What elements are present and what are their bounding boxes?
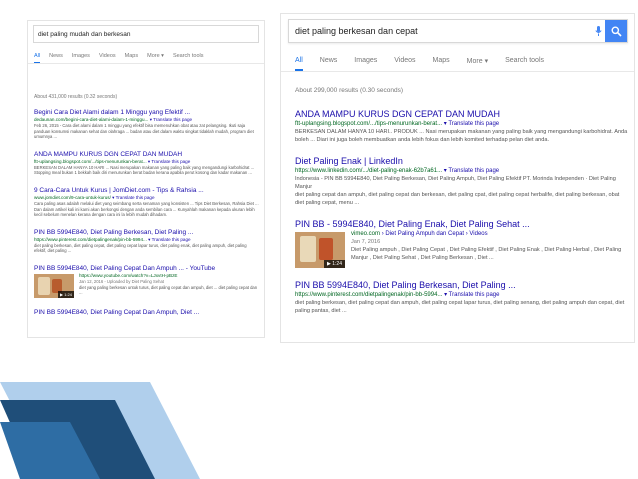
translate-link[interactable]: ▾ Translate this page [150,117,192,122]
result-url: ftt-uplangsing.blogspot.com/.../tips-men… [295,120,629,128]
video-row: ▶ 1:24 https://www.youtube.com/watch?v=L… [34,273,260,298]
search-result: ANDA MAMPU KURUS DGN CEPAT DAN MUDAH ftt… [295,109,629,144]
result-snippet: Feb 26, 2015 - Cara diet alami dalam 1 m… [34,123,254,140]
thumbnail-figure [319,238,333,260]
translate-link[interactable]: ▾ Translate this page [444,121,499,127]
translate-link[interactable]: ▾ Translate this page [148,159,190,164]
result-url: vimeo.com › Diet Paling Ampuh dan Cepat … [351,230,629,238]
result-title-link[interactable]: PIN BB 5994E840, Diet Paling Berkesan, D… [34,229,260,237]
search-result: PIN BB 5994E840, Diet Paling Berkesan, D… [295,280,629,315]
tab-maps[interactable]: Maps [433,57,450,71]
result-url-text: dedaunan.com/begini-cara-diet-alami-dala… [34,117,149,122]
search-icon [611,26,622,37]
result-url-text: https://www.pinterest.com/dietpalingenak… [295,292,443,298]
microphone-icon[interactable] [591,20,605,42]
result-snippet-keywords: diet paling cepat dan ampuh, diet paling… [295,192,620,206]
tab-all[interactable]: All [295,57,303,71]
thumbnail-figure [38,276,50,295]
video-thumbnail[interactable]: ▶ 1:24 [295,232,345,268]
video-result: PIN BB - 5994E840, Diet Paling Enak, Die… [295,219,629,268]
tabs-divider [28,63,264,64]
result-snippet: BERKESAN DALAM HANYA 10 HARI ... Nasi me… [34,164,255,176]
video-duration: ▶ 1:24 [324,260,345,268]
video-info: https://www.youtube.com/watch?v=LJxvtH-p… [79,273,260,298]
right-search-screenshot: diet paling berkesan dan cepat All News … [280,13,635,343]
translate-link[interactable]: ▾ Translate this page [112,195,154,200]
video-row: ▶ 1:24 vimeo.com › Diet Paling Ampuh dan… [295,230,629,268]
tab-more[interactable]: More ▾ [467,57,488,71]
result-snippet: Diet Paling ampuh , Diet Paling Cepat , … [351,247,622,261]
result-title-link[interactable]: ANDA MAMPU KURUS DGN CEPAT DAN MUDAH [34,151,260,159]
result-title-link[interactable]: ANDA MAMPU KURUS DGN CEPAT DAN MUDAH [295,109,629,120]
result-stats: About 431,000 results (0.32 seconds) [34,94,118,100]
decorative-chevrons [0,382,200,479]
search-input[interactable]: diet paling mudah dan berkesan [34,31,131,38]
results-list: Begini Cara Diet Alami dalam 1 Minggu ya… [34,109,260,317]
search-tabs: All News Images Videos Maps More ▾ Searc… [295,57,561,71]
result-title-link[interactable]: PIN BB 5994E840, Diet Paling Cepat Dan A… [34,309,260,317]
video-thumbnail[interactable]: ▶ 1:24 [34,273,74,298]
result-url-text: ftt-uplangsing.blogspot.com/.../tips-men… [295,121,443,127]
video-duration: ▶ 1:24 [58,290,74,298]
search-result: PIN BB 5994E840, Diet Paling Cepat Dan A… [34,309,260,317]
tab-news[interactable]: News [320,57,338,71]
search-result: Diet Paling Enak | LinkedIn https://www.… [295,156,629,207]
translate-link[interactable]: ▾ Translate this page [444,292,499,298]
result-title-link[interactable]: PIN BB - 5994E840, Diet Paling Enak, Die… [295,219,629,230]
search-result: Begini Cara Diet Alami dalam 1 Minggu ya… [34,109,260,140]
result-stats: About 299,000 results (0.30 seconds) [295,87,404,94]
search-button[interactable] [605,20,627,42]
tabs-divider [281,71,634,72]
result-snippet: diet yang paling berkesan untuk turus, d… [79,284,258,296]
search-result: PIN BB 5994E840, Diet Paling Berkesan, D… [34,229,260,254]
search-box[interactable]: diet paling mudah dan berkesan [33,25,259,43]
result-title-link[interactable]: 9 Cara-Cara Untuk Kurus | JomDiet.com - … [34,187,260,195]
result-title-link[interactable]: Diet Paling Enak | LinkedIn [295,156,629,167]
result-title-link[interactable]: Begini Cara Diet Alami dalam 1 Minggu ya… [34,109,260,117]
video-meta: Jan 7, 2016 [351,239,381,245]
results-list: ANDA MAMPU KURUS DGN CEPAT DAN MUDAH ftt… [295,109,629,315]
result-title-link[interactable]: PIN BB 5994E840, Diet Paling Cepat Dan A… [34,265,260,273]
result-url-text: www.jomdiet.com/9-cara-untuk-kurus/ [34,194,111,200]
search-result: ANDA MAMPU KURUS DGN CEPAT DAN MUDAH ftt… [34,151,260,176]
result-url-text: https://www.linkedin.com/.../diet-paling… [295,168,443,174]
result-url: https://www.linkedin.com/.../diet-paling… [295,167,629,175]
result-snippet: diet paling berkesan, diet paling cepat,… [34,242,247,254]
search-result: 9 Cara-Cara Untuk Kurus | JomDiet.com - … [34,187,260,218]
result-snippet: Indonesia - PIN BB 5994E840, Diet Paling… [295,176,616,190]
result-title-link[interactable]: PIN BB 5994E840, Diet Paling Berkesan, D… [295,280,629,291]
result-snippet: BERKESAN DALAM HANYA 10 HARI.. PRODUK ..… [295,129,628,143]
translate-link[interactable]: ▾ Translate this page [444,168,499,174]
search-box[interactable]: diet paling berkesan dan cepat [288,19,628,43]
left-search-screenshot: diet paling mudah dan berkesan All News … [27,20,265,338]
result-snippet: diet paling berkesan, diet paling cepat … [295,300,625,314]
result-url-text: https://www.pinterest.com/dietpalingenak… [34,236,147,242]
search-input[interactable]: diet paling berkesan dan cepat [289,26,591,36]
thumbnail-figure [300,236,316,262]
translate-link[interactable]: ▾ Translate this page [148,237,190,242]
video-result: PIN BB 5994E840, Diet Paling Cepat Dan A… [34,265,260,298]
result-url: https://www.pinterest.com/dietpalingenak… [295,291,629,299]
result-url-text: ftt-uplangsing.blogspot.com/.../tips-men… [34,158,147,164]
video-info: vimeo.com › Diet Paling Ampuh dan Cepat … [351,230,629,268]
tab-videos[interactable]: Videos [394,57,415,71]
tab-images[interactable]: Images [354,57,377,71]
result-snippet: Cara paling asas adalah melalui diet yan… [34,200,259,218]
video-breadcrumb[interactable]: › Diet Paling Ampuh dan Cepat › Videos [382,231,488,237]
tab-search-tools[interactable]: Search tools [505,57,544,71]
result-url-text: vimeo.com [351,231,381,237]
